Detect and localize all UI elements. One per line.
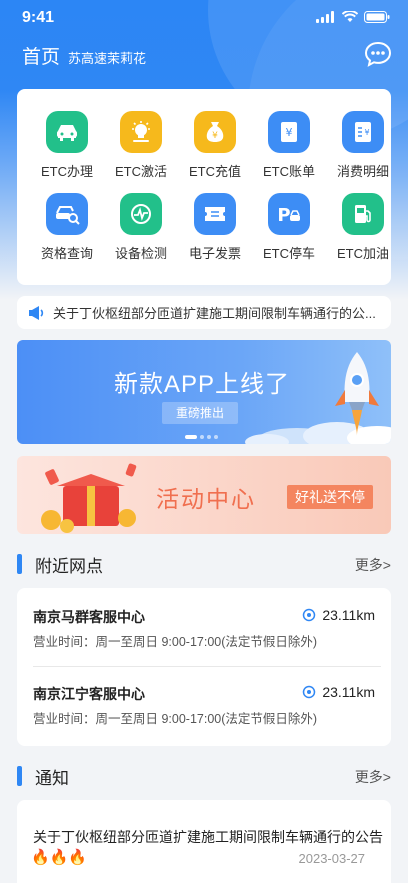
service-etc-bill[interactable]: ¥ ETC账单 [252,111,326,191]
service-etc-activate[interactable]: ETC激活 [104,111,178,191]
ticket-icon [194,193,236,235]
notice-section-header: 通知 更多> [17,764,391,788]
list-item[interactable]: 南京马群客服中心 23.11km 营业时间：周一至周日 9:00-17:00(法… [33,607,375,667]
activity-banner-title: 活动中心 [156,486,256,512]
location-icon [303,608,316,622]
service-consumption-detail[interactable]: ¥ 消费明细 [326,111,400,191]
signal-icon [316,11,334,23]
service-e-invoice[interactable]: 电子发票 [178,193,252,273]
status-bar: 9:41 [0,0,408,36]
notice-section-title: 通知 [35,769,69,788]
notice-title: 关于丁伙枢纽部分匝道扩建施工期间限制车辆通行的公告 [33,829,383,845]
parking-icon: P [268,193,310,235]
hot-fire-icon: 🔥🔥🔥 [31,849,88,866]
svg-text:¥: ¥ [286,126,293,139]
nearby-section-header: 附近网点 更多> [17,552,391,576]
app-banner-button[interactable]: 重磅推出 [162,402,238,424]
receipt-icon: ¥ [342,111,384,153]
service-device-check[interactable]: 设备检测 [104,193,178,273]
app-banner-title: 新款APP上线了 [114,371,291,398]
divider [33,666,381,667]
status-time: 9:41 [22,9,55,26]
notice-date: 2023-03-27 [298,851,366,866]
nearby-list: 南京马群客服中心 23.11km 营业时间：周一至周日 9:00-17:00(法… [17,588,391,746]
message-button[interactable] [364,40,392,73]
rocket-icon [335,352,379,436]
svg-text:P: P [277,205,290,226]
activity-banner-tag: 好礼送不停 [287,485,373,509]
money-bag-icon: ¥ [194,111,236,153]
wifi-icon [342,11,358,22]
location-icon [303,685,316,699]
app-launch-banner[interactable]: 新款APP上线了 重磅推出 [17,340,391,444]
megaphone-icon [29,305,44,320]
app-header: 首页 苏高速茉莉花 [0,38,408,74]
chat-bubble-icon [364,41,392,67]
bulb-icon [120,111,162,153]
service-etc-recharge[interactable]: ¥ ETC充值 [178,111,252,191]
service-etc-fuel[interactable]: ETC加油 [326,193,400,273]
nearby-section-title: 附近网点 [35,557,103,576]
announcement-text: 关于丁伙枢纽部分匝道扩建施工期间限制车辆通行的公... [53,306,376,321]
notice-list: 关于丁伙枢纽部分匝道扩建施工期间限制车辆通行的公告 🔥🔥🔥 2023-03-27 [17,800,391,883]
activity-center-banner[interactable]: 活动中心 好礼送不停 [17,456,391,534]
service-grid: ETC办理 ETC激活 ¥ ETC充值 ¥ ETC账单 ¥ 消费明细 资格查询 [17,89,391,285]
svg-text:¥: ¥ [212,131,218,141]
gift-box-illustration [41,463,137,533]
svg-text:¥: ¥ [364,128,369,137]
notice-more-link[interactable]: 更多> [355,767,391,787]
car-search-icon [46,193,88,235]
service-eligibility-query[interactable]: 资格查询 [30,193,104,273]
device-check-icon [120,193,162,235]
announcement-bar[interactable]: 关于丁伙枢纽部分匝道扩建施工期间限制车辆通行的公... [17,296,391,329]
fuel-icon [342,193,384,235]
nearby-more-link[interactable]: 更多> [355,555,391,575]
car-icon [46,111,88,153]
carousel-indicator [185,435,218,439]
bill-icon: ¥ [268,111,310,153]
service-etc-parking[interactable]: P ETC停车 [252,193,326,273]
list-item[interactable]: 南京江宁客服中心 23.11km 营业时间：周一至周日 9:00-17:00(法… [33,684,375,744]
region-name: 苏高速茉莉花 [68,51,147,66]
battery-icon [364,11,390,23]
page-title: 首页 [22,47,61,68]
service-etc-apply[interactable]: ETC办理 [30,111,104,191]
